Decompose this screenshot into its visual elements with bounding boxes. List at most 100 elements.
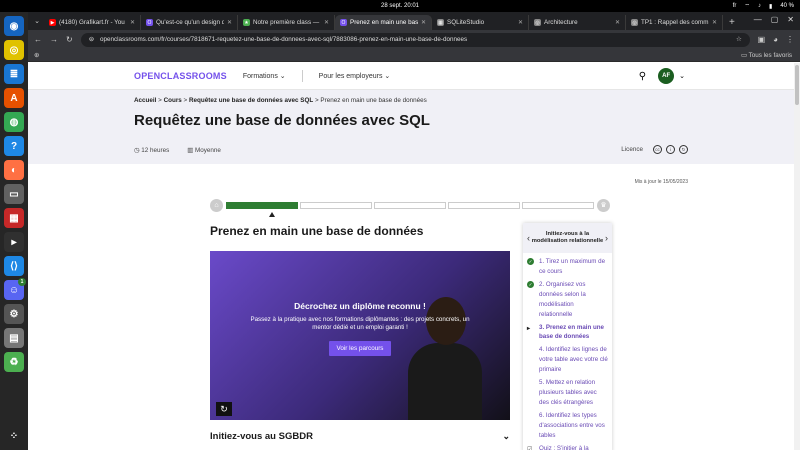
reload-icon[interactable]: ↻ (66, 35, 73, 44)
rhythmbox-icon[interactable]: ◎ (4, 40, 24, 60)
software-center-icon[interactable]: A (4, 88, 24, 108)
files-icon[interactable]: ▭ (4, 184, 24, 204)
settings-icon[interactable]: ⚙ (4, 304, 24, 324)
firefox-alt-icon[interactable]: ◉ (4, 16, 24, 36)
site-info-icon[interactable]: ⊜ (89, 36, 94, 43)
discord-icon[interactable]: ☺ 1 (4, 278, 26, 300)
nav-formations[interactable]: Formations ⌄ (243, 72, 286, 80)
help-icon[interactable]: ? (4, 136, 24, 156)
view-paths-button[interactable]: Voir les parcours (328, 341, 392, 357)
maximize-icon[interactable]: ▢ (771, 15, 779, 24)
show-apps-icon[interactable]: ⁘ (4, 426, 24, 446)
tab-favicon-icon: O (146, 19, 153, 26)
video-player[interactable]: Décrochez un diplôme reconnu ! Passez à … (210, 251, 510, 420)
toc-item[interactable]: ▸ 3. Prenez en main une base de données (527, 323, 608, 343)
sa-icon[interactable]: ↻ (679, 145, 688, 154)
browser-tab[interactable]: ▶ (4180) Grafikart.fr - You ✕ (44, 15, 141, 30)
check-circle-icon: ✓ (527, 280, 534, 288)
system-clock[interactable]: 28 sept. 20:01 (0, 3, 800, 9)
trophy-icon[interactable]: ♛ (597, 198, 610, 212)
menu-icon[interactable]: ⋮ (786, 35, 794, 44)
toc-item[interactable]: 5. Mettez en relation plusieurs tables a… (527, 378, 608, 408)
extensions-icon[interactable]: ▣ (758, 35, 766, 44)
profile-icon[interactable]: ◕ (773, 35, 778, 44)
back-icon[interactable]: ← (34, 35, 42, 44)
forward-icon[interactable]: → (50, 35, 58, 44)
updated-date: Mis à jour le 15/05/2023 (634, 179, 688, 185)
progress-segment[interactable] (226, 201, 298, 209)
tab-close-icon[interactable]: ✕ (518, 19, 523, 26)
url-text: openclassrooms.com/fr/courses/7818671-re… (99, 36, 468, 43)
minimize-icon[interactable]: — (754, 15, 762, 24)
browser-tab[interactable]: ◎ Architecture ✕ (529, 15, 626, 30)
toc-item[interactable]: ✓ 2. Organisez vos données selon la modél… (527, 280, 608, 320)
toc-item-label: 1. Tirez un maximum de ce cours (539, 258, 606, 275)
tab-close-icon[interactable]: ✕ (421, 19, 426, 26)
disk-icon[interactable]: ▤ (4, 328, 24, 348)
by-icon[interactable]: i (666, 145, 675, 154)
replay-icon[interactable]: ↻ (216, 402, 232, 416)
progress-segment[interactable] (448, 201, 520, 209)
quiz-icon: ☑ (527, 445, 533, 450)
trash-icon[interactable]: ♻ (4, 352, 24, 372)
tab-close-icon[interactable]: ✕ (130, 19, 135, 26)
bookmark-globe-icon[interactable]: ⊕ (34, 52, 39, 59)
keyboard-layout[interactable]: fr (733, 3, 737, 9)
course-hero: Accueil > Cours > Requêtez une base de d… (28, 90, 800, 164)
section-header[interactable]: Initiez-vous au SGBDR ⌄ (210, 431, 510, 442)
page-scrollbar[interactable] (794, 63, 800, 450)
battery-level: 40 % (780, 3, 794, 9)
license-label: Licence (621, 146, 643, 153)
browser-tab[interactable]: ◎ TP1 : Rappel des comm ✕ (626, 15, 723, 30)
tab-close-icon[interactable]: ✕ (615, 19, 620, 26)
browser-tab[interactable]: O Qu'est-ce qu'un design d ✕ (141, 15, 238, 30)
terminal-icon[interactable]: ▸ (4, 232, 24, 252)
tab-close-icon[interactable]: ✕ (712, 19, 717, 26)
bookmark-star-icon[interactable]: ☆ (736, 36, 742, 43)
user-menu[interactable]: AF ⌄ (658, 68, 685, 84)
browser-tab[interactable]: ▦ SQLiteStudio ✕ (432, 15, 529, 30)
new-tab-icon[interactable]: + (729, 17, 735, 28)
scrollbar-thumb[interactable] (795, 65, 799, 105)
chrome-icon[interactable]: ◍ (4, 112, 24, 132)
browser-tab[interactable]: ★ Notre première class — ✕ (238, 15, 335, 30)
breadcrumb-courses[interactable]: Cours (164, 97, 182, 104)
libreoffice-writer-icon[interactable]: ≣ (4, 64, 24, 84)
url-input[interactable]: ⊜ openclassrooms.com/fr/courses/7818671-… (80, 32, 750, 47)
firefox-icon[interactable]: ◐ (4, 160, 24, 180)
toc-title: Initiez-vous à la modélisation relationn… (531, 231, 604, 244)
breadcrumb-home[interactable]: Accueil (134, 97, 156, 104)
browser-tab[interactable]: O Prenez en main une bas ✕ (335, 15, 432, 30)
apps-grid-icon[interactable]: ▦ (4, 208, 24, 228)
progress-marker (269, 212, 275, 217)
system-tray[interactable]: fr ⌔ ♪ ▮ 40 % (733, 2, 794, 10)
tab-close-icon[interactable]: ✕ (324, 19, 329, 26)
toc-item-label: 6. Identifiez les types d'associations e… (539, 411, 605, 439)
breadcrumb-current: Prenez en main une base de données (320, 97, 427, 104)
toc-item[interactable]: ☑ Quiz : S'initier à la (527, 444, 608, 450)
site-logo[interactable]: OPENCLASSROOMS (134, 71, 227, 81)
toc-item-label: 5. Mettez en relation plusieurs tables a… (539, 379, 597, 406)
cc-icon[interactable]: cc (653, 145, 662, 154)
avatar: AF (658, 68, 675, 84)
progress-segment[interactable] (300, 201, 372, 209)
all-bookmarks-button[interactable]: ▭ Tous les favoris (741, 52, 792, 59)
toc-item[interactable]: 6. Identifiez les types d'associations e… (527, 411, 608, 441)
vscode-icon[interactable]: ⟨⟩ (4, 256, 24, 276)
home-icon[interactable]: ⌂ (210, 198, 223, 212)
chevron-right-icon[interactable]: › (605, 233, 608, 243)
chevron-down-icon[interactable]: ⌄ (502, 431, 510, 442)
tab-title: TP1 : Rappel des comm (641, 19, 709, 26)
tab-search-icon[interactable]: ⌄ (30, 14, 44, 28)
breadcrumb-course[interactable]: Requêtez une base de données avec SQL (189, 97, 313, 104)
close-window-icon[interactable]: ✕ (787, 15, 794, 24)
tab-close-icon[interactable]: ✕ (227, 19, 232, 26)
section-title: Initiez-vous au SGBDR (210, 431, 313, 442)
search-icon[interactable]: ⚲ (639, 71, 646, 82)
toc-item[interactable]: 4. Identifiez les lignes de votre table … (527, 345, 608, 375)
chevron-down-icon: ⌄ (279, 73, 286, 80)
toc-item[interactable]: ✓ 1. Tirez un maximum de ce cours (527, 257, 608, 277)
progress-segment[interactable] (374, 201, 446, 209)
progress-segment[interactable] (522, 201, 594, 209)
nav-employeurs[interactable]: Pour les employeurs ⌄ (319, 72, 391, 80)
